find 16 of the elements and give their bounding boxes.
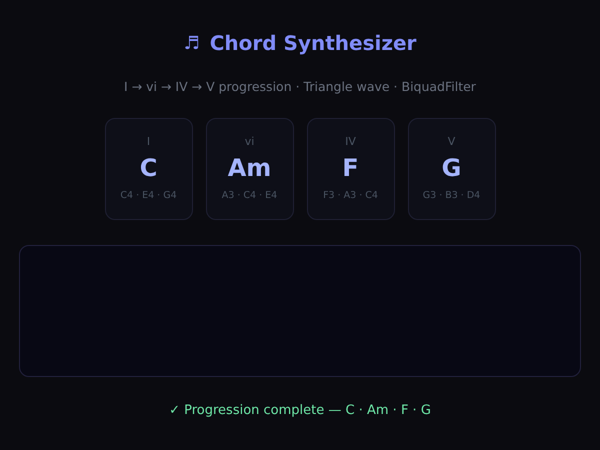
chord-name: C [140, 154, 158, 182]
chord-notes: G3 · B3 · D4 [422, 190, 480, 201]
chord-name: F [342, 154, 359, 182]
roman-numeral: vi [244, 135, 254, 148]
chord-name: Am [228, 154, 272, 182]
roman-numeral: I [146, 135, 150, 148]
app-title: Chord Synthesizer [210, 31, 416, 55]
status-message: ✓ Progression complete — C · Am · F · G [169, 403, 431, 418]
music-note-icon: ♬ [184, 32, 200, 54]
roman-numeral: IV [345, 135, 356, 148]
chord-notes: A3 · C4 · E4 [222, 190, 278, 201]
subtitle: I → vi → IV → V progression · Triangle wave · BiquadFilter [124, 79, 476, 94]
chord-notes: F3 · A3 · C4 [323, 190, 378, 201]
chord-name: G [442, 154, 462, 182]
roman-numeral: V [448, 135, 456, 148]
chord-notes: C4 · E4 · G4 [120, 190, 177, 201]
